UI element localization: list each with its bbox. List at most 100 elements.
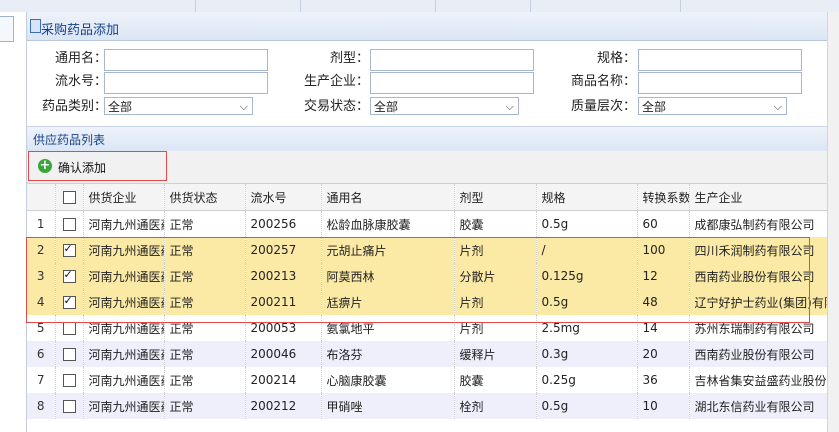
dosage-form-label: 剂型： [329, 51, 369, 66]
col-header-factor[interactable]: 转换系数 [637, 184, 690, 211]
row-number: 4 [27, 289, 56, 315]
vertical-scrollbar[interactable] [827, 12, 839, 432]
row-checkbox[interactable] [62, 268, 76, 283]
row-number: 8 [27, 393, 56, 419]
spec-label: 规格： [596, 51, 636, 66]
cell-factor: 14 [637, 315, 690, 341]
cell-spec: / [536, 237, 638, 263]
cell-serial: 200256 [245, 210, 322, 237]
product-name-input[interactable] [638, 72, 802, 94]
cell-dosage-form: 片剂 [454, 289, 537, 315]
row-checkbox-cell[interactable] [55, 393, 84, 419]
panel-header: 采购药品添加 [27, 12, 827, 41]
table-row[interactable]: 7 河南九州通医药 正常 200214 心脑康胶囊 胶囊 0.25g 36 吉林… [27, 367, 828, 393]
col-header-status[interactable]: 供货状态 [164, 184, 246, 211]
cell-factor: 60 [637, 210, 690, 237]
dosage-form-input[interactable] [370, 49, 534, 71]
select-all-checkbox[interactable] [62, 191, 76, 204]
row-checkbox-cell[interactable] [55, 367, 84, 393]
row-number: 3 [27, 263, 56, 289]
cell-status: 正常 [164, 210, 246, 237]
grid-header: 供应药品列表 [27, 126, 827, 152]
cell-serial: 200211 [245, 289, 322, 315]
table-row[interactable]: 3 河南九州通医药 正常 200213 阿莫西林 分散片 0.125g 12 西… [27, 263, 828, 289]
left-nav-panel [0, 12, 27, 432]
cell-status: 正常 [164, 315, 246, 341]
left-panel-collapse-handle[interactable] [0, 16, 14, 42]
cell-supplier: 河南九州通医药 [83, 315, 165, 341]
serial-no-input[interactable] [104, 72, 268, 94]
generic-name-input[interactable] [104, 49, 268, 71]
cell-serial: 200053 [245, 315, 322, 341]
plus-icon: + [38, 158, 52, 173]
table-row[interactable]: 2 河南九州通医药 正常 200257 元胡止痛片 片剂 / 100 四川禾润制… [27, 237, 828, 263]
cell-spec: 0.5g [536, 393, 638, 419]
cell-serial: 200046 [245, 341, 322, 367]
cell-manufacturer: 西南药业股份有限公司 [689, 263, 828, 289]
cell-status: 正常 [164, 263, 246, 289]
spec-input[interactable] [638, 49, 802, 71]
col-header-spec[interactable]: 规格 [536, 184, 638, 211]
cell-manufacturer: 吉林省集安益盛药业股份有限公司 [689, 367, 828, 393]
cell-factor: 100 [637, 237, 690, 263]
row-checkbox[interactable] [62, 348, 76, 361]
panel-title: 采购药品添加 [41, 23, 120, 38]
table-row[interactable]: 1 河南九州通医药 正常 200256 松龄血脉康胶囊 胶囊 0.5g 60 成… [27, 210, 828, 237]
table-row[interactable]: 6 河南九州通医药 正常 200046 布洛芬 缓释片 0.3g 20 西南药业… [27, 341, 828, 367]
row-checkbox[interactable] [62, 218, 76, 231]
cell-generic-name: 松龄血脉康胶囊 [321, 210, 455, 237]
row-checkbox-cell[interactable] [55, 263, 84, 289]
row-checkbox[interactable] [62, 374, 76, 387]
table-header-row: 供货企业 供货状态 流水号 通用名 剂型 规格 转换系数 生产企业 [27, 184, 828, 211]
col-header-serial[interactable]: 流水号 [245, 184, 322, 211]
cell-status: 正常 [164, 393, 246, 419]
cell-status: 正常 [164, 341, 246, 367]
panel-icon [30, 19, 41, 33]
cell-generic-name: 阿莫西林 [321, 263, 455, 289]
cell-manufacturer: 湖北东信药业有限公司 [689, 393, 828, 419]
select-all-header[interactable] [55, 184, 84, 211]
cell-manufacturer: 苏州东瑞制药有限公司 [689, 315, 828, 341]
cell-dosage-form: 栓剂 [454, 393, 537, 419]
row-checkbox-cell[interactable] [55, 341, 84, 367]
supply-drug-table: 供货企业 供货状态 流水号 通用名 剂型 规格 转换系数 生产企业 1 河南九州… [27, 184, 828, 419]
row-checkbox[interactable] [62, 294, 76, 309]
cell-manufacturer: 辽宁好护士药业(集团)有限责任公司 [689, 289, 828, 315]
table-row[interactable]: 8 河南九州通医药 正常 200212 甲硝唑 栓剂 0.5g 10 湖北东信药… [27, 393, 828, 419]
row-number: 6 [27, 341, 56, 367]
row-checkbox-cell[interactable] [55, 237, 84, 263]
row-checkbox-cell[interactable] [55, 289, 84, 315]
drug-category-value: 全部 [108, 100, 133, 114]
quality-level-select[interactable]: 全部 ⌵ [638, 97, 787, 115]
row-checkbox[interactable] [62, 400, 76, 413]
confirm-add-button[interactable]: + 确认添加 [28, 151, 167, 181]
row-checkbox[interactable] [62, 322, 76, 335]
table-row[interactable]: 4 河南九州通医药 正常 200211 尪痹片 片剂 0.5g 48 辽宁好护士… [27, 289, 828, 315]
col-header-generic-name[interactable]: 通用名 [321, 184, 455, 211]
table-row[interactable]: 5 河南九州通医药 正常 200053 氨氯地平 片剂 2.5mg 14 苏州东… [27, 315, 828, 341]
manufacturer-input[interactable] [370, 72, 534, 94]
col-header-manufacturer[interactable]: 生产企业 [689, 184, 828, 211]
trade-status-select[interactable]: 全部 ⌵ [370, 97, 519, 115]
drug-category-select[interactable]: 全部 ⌵ [104, 97, 253, 115]
cell-supplier: 河南九州通医药 [83, 367, 165, 393]
row-number: 7 [27, 367, 56, 393]
cell-generic-name: 尪痹片 [321, 289, 455, 315]
row-checkbox-cell[interactable] [55, 210, 84, 237]
cell-generic-name: 氨氯地平 [321, 315, 455, 341]
col-header-dosage-form[interactable]: 剂型 [454, 184, 537, 211]
row-checkbox-cell[interactable] [55, 315, 84, 341]
cell-factor: 36 [637, 367, 690, 393]
cell-dosage-form: 分散片 [454, 263, 537, 289]
cell-dosage-form: 胶囊 [454, 367, 537, 393]
drug-category-label: 药品类别： [41, 99, 107, 114]
row-checkbox[interactable] [62, 242, 76, 257]
cell-serial: 200213 [245, 263, 322, 289]
cell-spec: 0.5g [536, 289, 638, 315]
grid-title: 供应药品列表 [33, 133, 106, 147]
chevron-down-icon: ⌵ [773, 100, 782, 113]
col-header-supplier[interactable]: 供货企业 [83, 184, 165, 211]
cell-spec: 0.3g [536, 341, 638, 367]
cell-dosage-form: 片剂 [454, 315, 537, 341]
product-name-label: 商品名称： [570, 74, 636, 89]
